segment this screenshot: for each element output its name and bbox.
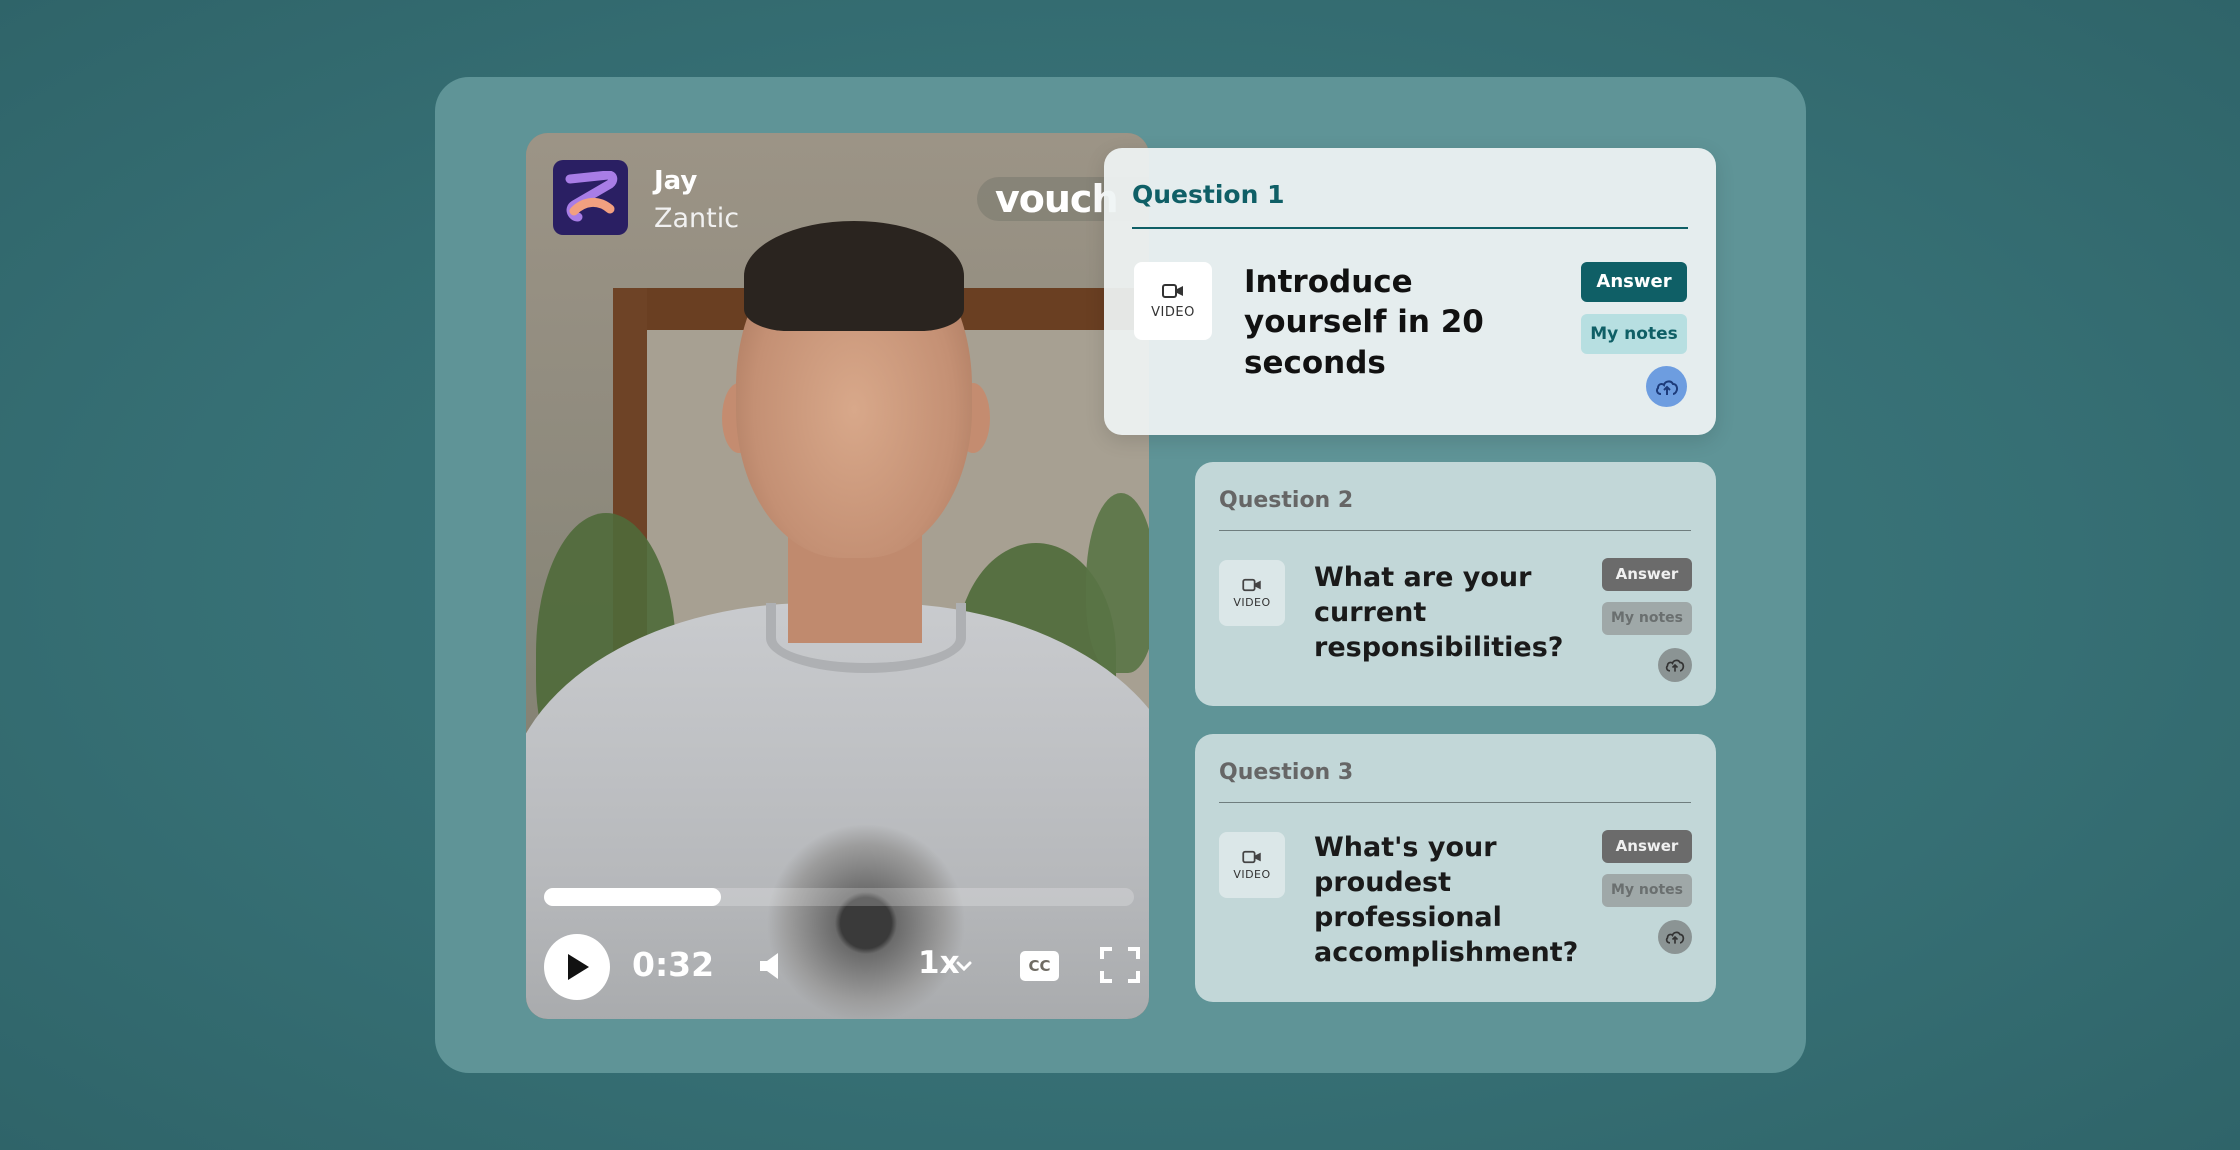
- my-notes-button[interactable]: My notes: [1602, 602, 1692, 635]
- video-player[interactable]: Jay Zantic vouch 0:32 1x CC: [526, 133, 1149, 1019]
- speaker-company: Zantic: [654, 203, 740, 234]
- video-type-tile: VIDEO: [1219, 560, 1285, 626]
- company-logo-mark: [565, 170, 617, 221]
- progress-fill: [544, 888, 721, 906]
- answer-button[interactable]: Answer: [1602, 558, 1692, 591]
- my-notes-button[interactable]: My notes: [1581, 314, 1687, 354]
- play-button[interactable]: [544, 934, 610, 1000]
- answer-button[interactable]: Answer: [1602, 830, 1692, 863]
- upload-button[interactable]: [1658, 648, 1692, 682]
- divider: [1219, 802, 1691, 803]
- upload-button[interactable]: [1658, 920, 1692, 954]
- question-title: Question 1: [1132, 180, 1285, 209]
- question-title: Question 2: [1219, 488, 1354, 513]
- video-camera-icon: [1242, 578, 1261, 591]
- video-camera-icon: [1162, 283, 1183, 298]
- video-camera-icon: [1242, 850, 1261, 863]
- question-card-3[interactable]: Question 3 VIDEO What's your proudest pr…: [1195, 734, 1716, 1002]
- media-type-label: VIDEO: [1233, 867, 1271, 881]
- question-text: What are your current responsibilities?: [1314, 562, 1564, 664]
- video-type-tile: VIDEO: [1219, 832, 1285, 898]
- fullscreen-icon: [1100, 947, 1140, 983]
- playback-speed-button[interactable]: 1x: [918, 945, 960, 981]
- video-frame: [526, 133, 1149, 1019]
- answer-button[interactable]: Answer: [1581, 262, 1687, 302]
- cloud-upload-icon: [1655, 380, 1678, 395]
- question-title: Question 3: [1219, 760, 1354, 785]
- media-type-label: VIDEO: [1151, 304, 1195, 320]
- player-controls: 0:32 1x CC: [544, 933, 1140, 1003]
- volume-icon: [760, 953, 778, 979]
- current-time: 0:32: [632, 945, 715, 984]
- captions-button[interactable]: CC: [1020, 951, 1059, 981]
- question-text: Introduce yourself in 20 seconds: [1244, 264, 1484, 381]
- speaker-name: Jay: [654, 166, 698, 196]
- divider: [1219, 530, 1691, 531]
- video-type-tile: VIDEO: [1134, 262, 1212, 340]
- volume-button[interactable]: [758, 951, 784, 985]
- my-notes-button[interactable]: My notes: [1602, 874, 1692, 907]
- cloud-upload-icon: [1665, 931, 1685, 944]
- question-card-1[interactable]: Question 1 VIDEO Introduce yourself in 2…: [1104, 148, 1716, 435]
- company-logo: [553, 160, 628, 235]
- question-text: What's your proudest professional accomp…: [1314, 832, 1579, 969]
- chevron-down-icon: [956, 951, 972, 985]
- question-card-2[interactable]: Question 2 VIDEO What are your current r…: [1195, 462, 1716, 706]
- progress-bar[interactable]: [544, 888, 1134, 906]
- upload-button[interactable]: [1646, 366, 1687, 407]
- divider: [1132, 227, 1688, 229]
- cloud-upload-icon: [1665, 659, 1685, 672]
- play-icon: [568, 954, 589, 980]
- media-type-label: VIDEO: [1233, 595, 1271, 609]
- fullscreen-button[interactable]: [1100, 947, 1140, 987]
